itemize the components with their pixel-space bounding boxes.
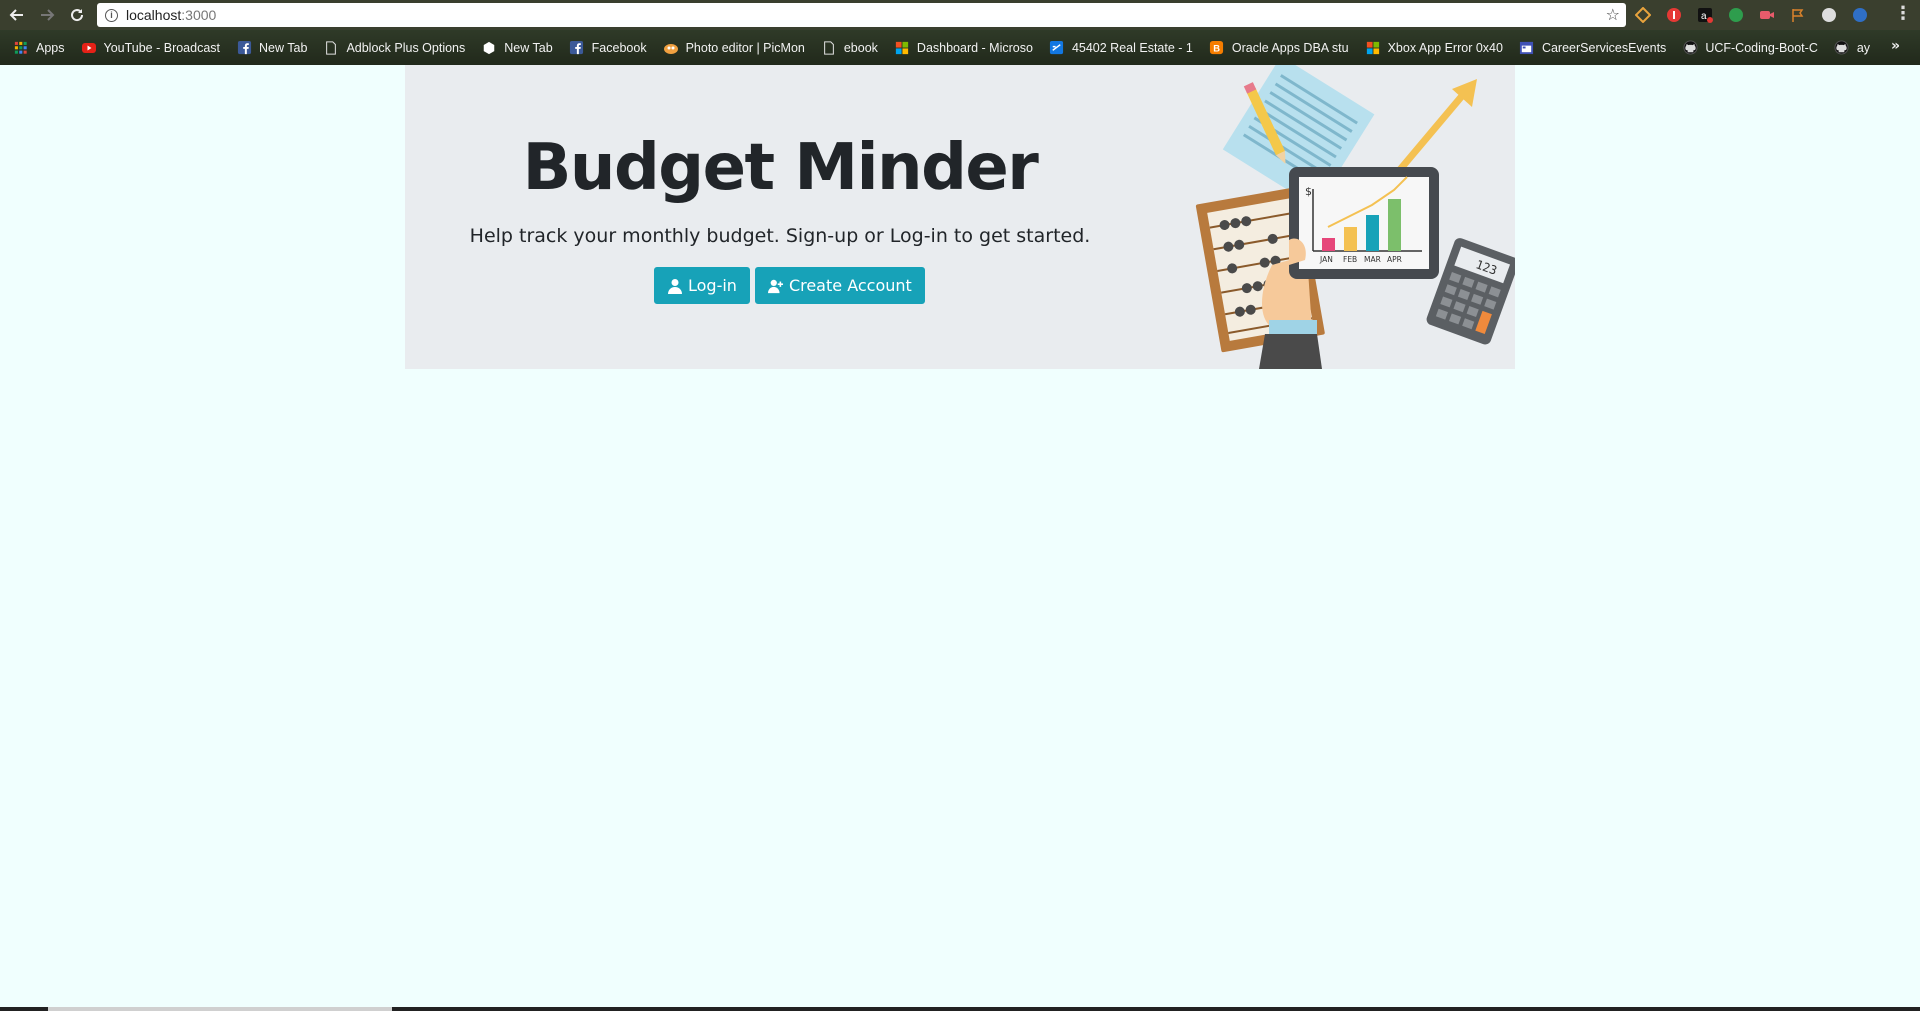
svg-text:a: a [1701, 11, 1707, 22]
reload-button[interactable] [64, 2, 90, 28]
user-plus-icon [767, 279, 783, 293]
bookmark-label: Dashboard - Microso [916, 40, 1033, 55]
bookmark-item[interactable]: Adblock Plus Options [323, 38, 465, 58]
bookmark-item[interactable]: Xbox App Error 0x40 [1365, 38, 1503, 58]
bookmark-label: YouTube - Broadcast [103, 40, 221, 55]
extension-amazon-icon[interactable]: a [1694, 4, 1716, 26]
bookmark-star-icon[interactable]: ☆ [1606, 6, 1620, 24]
info-icon[interactable]: i [105, 8, 118, 22]
hero-jumbotron: Budget Minder Help track your monthly bu… [405, 65, 1515, 369]
bookmark-item[interactable]: B Oracle Apps DBA stu [1209, 38, 1349, 58]
bookmark-item[interactable]: 45402 Real Estate - 1 [1049, 38, 1193, 58]
github-icon [1682, 40, 1698, 56]
browser-toolbar: i localhost:3000 ☆ a ⋮ [0, 0, 1920, 30]
create-account-button-label: Create Account [788, 276, 912, 295]
back-button[interactable] [4, 2, 30, 28]
bookmark-item[interactable]: Dashboard - Microso [894, 38, 1033, 58]
url-port: :3000 [181, 7, 217, 23]
youtube-icon [81, 40, 97, 56]
bookmark-label: Adblock Plus Options [346, 40, 466, 55]
bookmark-item[interactable]: Photo editor | PicMon [663, 38, 805, 58]
page-title: Budget Minder [522, 131, 1039, 205]
login-button-label: Log-in [688, 276, 737, 295]
bookmarks-overflow-button[interactable]: » [1891, 38, 1900, 54]
create-account-button[interactable]: Create Account [754, 267, 925, 304]
chart-bar-jan [1322, 238, 1335, 251]
microsoft-icon [894, 40, 910, 56]
bookmark-label: ebook [843, 40, 878, 55]
bookmark-item[interactable]: ay [1834, 38, 1870, 58]
bookmark-label: New Tab [504, 40, 553, 55]
calendar-icon [1519, 40, 1535, 56]
bookmark-label: Oracle Apps DBA stu [1231, 40, 1349, 55]
address-bar[interactable]: i localhost:3000 ☆ [97, 3, 1626, 27]
extension-circle-icon[interactable] [1818, 4, 1840, 26]
page-icon [323, 40, 339, 56]
bookmark-label: New Tab [259, 40, 308, 55]
chart-bar-mar [1366, 215, 1379, 251]
chart-label-apr: APR [1387, 255, 1402, 264]
blogger-icon: B [1209, 40, 1225, 56]
bookmark-label: UCF-Coding-Boot-C [1705, 40, 1818, 55]
forward-button[interactable] [34, 2, 60, 28]
back-arrow-icon [9, 9, 23, 21]
url-host: localhost [126, 7, 182, 23]
forward-arrow-icon [41, 9, 55, 21]
bookmark-item[interactable]: YouTube - Broadcast [81, 38, 221, 58]
bookmark-item[interactable]: Apps [13, 38, 65, 58]
facebook-icon [236, 40, 252, 56]
reload-icon [71, 9, 84, 22]
bookmark-label: Facebook [591, 40, 647, 55]
hexagon-icon [481, 40, 497, 56]
hero-actions: Log-in Create Account [654, 267, 925, 304]
tablet-chart-illustration: $ JAN FEB MAR APR [1289, 167, 1439, 279]
chart-label-jan: JAN [1319, 255, 1333, 264]
extension-diamond-icon[interactable] [1632, 4, 1654, 26]
budget-illustration: $ JAN FEB MAR APR 123 [1195, 65, 1515, 369]
extension-camera-icon[interactable] [1756, 4, 1778, 26]
chart-bar-feb [1344, 227, 1357, 251]
hero-lead-text: Help track your monthly budget. Sign-up … [469, 225, 1091, 247]
extension-adblock-icon[interactable] [1663, 4, 1685, 26]
zillow-icon [1049, 40, 1065, 56]
bookmark-item[interactable]: ebook [821, 38, 878, 58]
picmonkey-icon [663, 40, 679, 56]
user-icon [668, 278, 682, 294]
bookmark-label: ay [1856, 40, 1871, 55]
bookmark-item[interactable]: New Tab [236, 38, 307, 58]
chart-label-feb: FEB [1343, 255, 1357, 264]
bookmarks-bar: Apps YouTube - Broadcast New Tab Adblock Pl… [0, 30, 1920, 65]
chart-bar-apr [1388, 199, 1401, 251]
bookmark-item[interactable]: Facebook [569, 38, 647, 58]
bookmark-label: CareerServicesEvents [1541, 40, 1667, 55]
taskbar-segment [48, 1007, 392, 1011]
taskbar-strip [0, 1007, 1920, 1011]
bookmark-item[interactable]: CareerServicesEvents [1519, 38, 1666, 58]
bookmark-item[interactable]: UCF-Coding-Boot-C [1682, 38, 1818, 58]
extension-green-icon[interactable] [1725, 4, 1747, 26]
bookmark-item[interactable]: New Tab [481, 38, 553, 58]
chart-currency-symbol: $ [1305, 185, 1312, 198]
login-button[interactable]: Log-in [654, 267, 750, 304]
svg-text:B: B [1214, 43, 1221, 53]
github-icon [1834, 40, 1850, 56]
extensions-tray: a [1632, 4, 1871, 26]
bookmark-label: 45402 Real Estate - 1 [1071, 40, 1193, 55]
microsoft-icon [1365, 40, 1381, 56]
apps-grid-icon [13, 40, 29, 56]
extension-blue-icon[interactable] [1849, 4, 1871, 26]
extension-flag-icon[interactable] [1787, 4, 1809, 26]
chart-label-mar: MAR [1364, 255, 1381, 264]
bookmark-label: Apps [36, 40, 65, 55]
browser-menu-icon[interactable]: ⋮ [1894, 5, 1912, 23]
bookmark-label: Xbox App Error 0x40 [1387, 40, 1503, 55]
bookmark-label: Photo editor | PicMon [685, 40, 805, 55]
facebook-icon [569, 40, 585, 56]
page-icon [821, 40, 837, 56]
